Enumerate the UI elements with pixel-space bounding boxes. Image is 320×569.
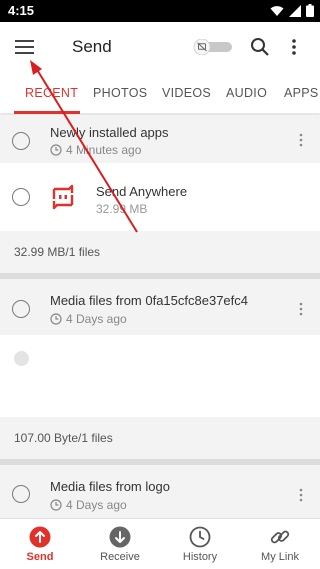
app-bar: Send [0, 22, 320, 72]
group-time-label: 4 Minutes ago [66, 143, 142, 157]
group-header[interactable]: Media files from logo 4 Days ago [0, 465, 320, 518]
group-header[interactable]: Newly installed apps 4 Minutes ago [0, 115, 320, 163]
group-time-label: 4 Days ago [66, 498, 127, 512]
search-button[interactable] [249, 36, 271, 58]
group-title: Newly installed apps [50, 125, 169, 140]
group-select-radio[interactable] [12, 132, 30, 150]
nav-send[interactable]: Send [0, 519, 80, 569]
menu-button[interactable] [12, 36, 38, 58]
group-summary-label: 107.00 Byte/1 files [14, 431, 113, 445]
item-select-radio[interactable] [12, 188, 30, 206]
nav-label: History [182, 551, 218, 563]
nav-receive[interactable]: Receive [80, 519, 160, 569]
clock-icon [50, 144, 62, 156]
signal-icon [289, 4, 301, 17]
tab-videos[interactable]: VIDEOS [162, 86, 211, 100]
group-select-radio[interactable] [12, 485, 30, 503]
group-header[interactable]: Media files from 0fa15cfc8e37efc4 4 Days… [0, 279, 320, 335]
clock-icon [50, 499, 62, 511]
hamburger-icon [15, 40, 34, 54]
overflow-menu-button[interactable] [286, 36, 302, 58]
bottom-navigation: Send Receive History My Link [0, 518, 320, 569]
group-select-radio[interactable] [12, 300, 30, 318]
group-time: 4 Days ago [50, 312, 127, 326]
recent-list: Newly installed apps 4 Minutes ago Send … [0, 115, 320, 518]
group-summary: 32.99 MB/1 files [0, 231, 320, 273]
tab-photos[interactable]: PHOTOS [93, 86, 147, 100]
group-more-icon[interactable] [298, 488, 304, 502]
share-toggle[interactable] [192, 38, 234, 56]
item-size: 32.99 MB [96, 202, 148, 216]
search-icon [251, 38, 269, 56]
nav-my-link[interactable]: My Link [240, 519, 320, 569]
page-title: Send [72, 37, 112, 56]
battery-icon [306, 4, 314, 17]
group-more-icon[interactable] [298, 133, 304, 147]
group-more-icon[interactable] [298, 302, 304, 316]
list-item-placeholder [0, 335, 320, 417]
tab-audio[interactable]: AUDIO [226, 86, 267, 100]
tab-indicator [14, 111, 80, 114]
nav-label: My Link [261, 551, 299, 563]
tab-apps[interactable]: APPS [284, 86, 319, 100]
link-icon [270, 530, 290, 544]
group-summary-label: 32.99 MB/1 files [14, 245, 101, 259]
history-icon [189, 526, 211, 548]
group-summary: 107.00 Byte/1 files [0, 417, 320, 459]
send-anywhere-app-icon [52, 184, 74, 210]
nav-label: Send [26, 551, 54, 563]
clock-icon [50, 313, 62, 325]
item-select-radio[interactable] [14, 351, 29, 366]
group-time: 4 Minutes ago [50, 143, 141, 157]
item-name: Send Anywhere [96, 184, 188, 199]
send-icon [29, 526, 51, 548]
category-tabs: RECENT PHOTOS VIDEOS AUDIO APPS [0, 72, 320, 114]
group-time-label: 4 Days ago [66, 312, 127, 326]
group-title: Media files from 0fa15cfc8e37efc4 [50, 293, 248, 308]
more-vert-icon [292, 39, 296, 55]
status-bar: 4:15 [0, 0, 320, 22]
cast-off-icon [197, 42, 207, 52]
list-item[interactable]: Send Anywhere 32.99 MB [0, 163, 320, 231]
system-icons [270, 4, 314, 17]
receive-icon [109, 526, 131, 548]
wifi-icon [270, 5, 284, 16]
tab-recent[interactable]: RECENT [25, 86, 78, 100]
group-title: Media files from logo [50, 479, 170, 494]
group-time: 4 Days ago [50, 498, 127, 512]
nav-history[interactable]: History [160, 519, 240, 569]
nav-label: Receive [100, 551, 140, 563]
status-time: 4:15 [8, 3, 35, 18]
